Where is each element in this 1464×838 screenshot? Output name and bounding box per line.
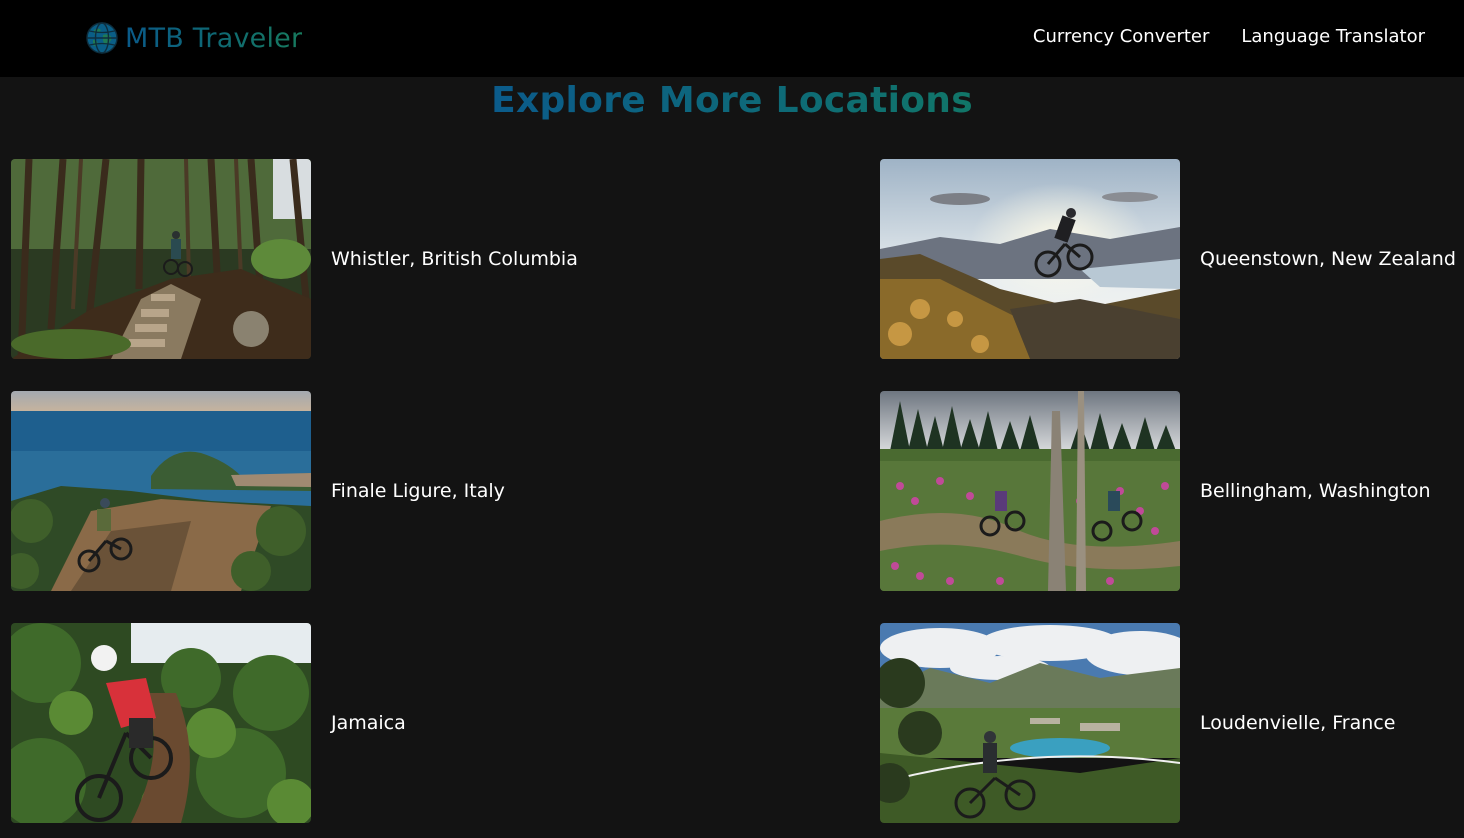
location-image-jamaica[interactable] bbox=[11, 623, 311, 823]
location-card-loudenvielle[interactable]: Loudenvielle, France bbox=[880, 623, 1395, 823]
globe-icon bbox=[86, 22, 118, 54]
location-name[interactable]: Loudenvielle, France bbox=[1200, 712, 1395, 734]
location-name[interactable]: Whistler, British Columbia bbox=[331, 248, 578, 270]
location-name[interactable]: Jamaica bbox=[331, 712, 406, 734]
location-image-queenstown[interactable] bbox=[880, 159, 1180, 359]
brand-logo[interactable]: MTB Traveler bbox=[85, 18, 302, 58]
location-image-finale-ligure[interactable] bbox=[11, 391, 311, 591]
nav-link-language-translator[interactable]: Language Translator bbox=[1241, 26, 1425, 47]
location-card-finale-ligure[interactable]: Finale Ligure, Italy bbox=[11, 391, 505, 591]
location-image-loudenvielle[interactable] bbox=[880, 623, 1180, 823]
nav-links: Currency Converter Language Translator bbox=[1033, 26, 1425, 47]
location-image-whistler[interactable] bbox=[11, 159, 311, 359]
page-title-text: Explore More Locations bbox=[491, 80, 973, 121]
location-card-queenstown[interactable]: Queenstown, New Zealand bbox=[880, 159, 1456, 359]
location-card-jamaica[interactable]: Jamaica bbox=[11, 623, 406, 823]
location-image-bellingham[interactable] bbox=[880, 391, 1180, 591]
page-title: Explore More Locations bbox=[0, 80, 1464, 121]
location-name[interactable]: Bellingham, Washington bbox=[1200, 480, 1431, 502]
location-name[interactable]: Finale Ligure, Italy bbox=[331, 480, 505, 502]
brand-name: MTB Traveler bbox=[125, 22, 303, 54]
location-card-whistler[interactable]: Whistler, British Columbia bbox=[11, 159, 578, 359]
location-card-bellingham[interactable]: Bellingham, Washington bbox=[880, 391, 1431, 591]
nav-link-currency-converter[interactable]: Currency Converter bbox=[1033, 26, 1209, 47]
navbar: MTB Traveler Currency Converter Language… bbox=[0, 0, 1464, 77]
location-name[interactable]: Queenstown, New Zealand bbox=[1200, 248, 1456, 270]
